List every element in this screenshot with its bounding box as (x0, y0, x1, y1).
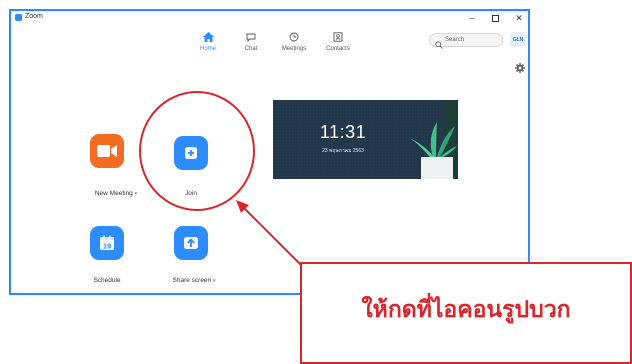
tab-meetings-label: Meetings (281, 46, 307, 52)
share-arrow-icon (184, 237, 198, 249)
search-icon (435, 36, 443, 54)
plus-icon (185, 147, 197, 159)
chat-icon (246, 31, 256, 43)
tab-home[interactable]: Home (186, 31, 230, 61)
window-title: Zoom (25, 13, 43, 20)
title-bar: Zoom – ✕ (11, 11, 528, 25)
gear-icon (515, 63, 525, 73)
zoom-window: Zoom – ✕ Home Chat Meetings Contacts Sea… (9, 9, 530, 295)
share-screen-label: Share screen ▾ (172, 277, 216, 284)
share-screen-button[interactable] (174, 226, 208, 260)
join-label: Join (185, 190, 197, 197)
tab-home-label: Home (199, 46, 216, 52)
settings-button[interactable] (515, 60, 525, 78)
maximize-icon (491, 14, 499, 22)
new-meeting-label: New Meeting ▾ (94, 190, 138, 197)
clock-date: 23 พฤษภาคม 2563 (322, 148, 364, 154)
join-button[interactable] (174, 136, 208, 170)
calendar-day: 19 (103, 241, 111, 250)
schedule-button[interactable]: 19 (90, 226, 124, 260)
home-icon (202, 31, 214, 43)
instruction-text: ให้กดที่ไอคอนรูปบวก (361, 296, 571, 322)
tab-contacts[interactable]: Contacts (316, 31, 360, 61)
avatar[interactable]: GLN (510, 32, 526, 47)
close-button[interactable]: ✕ (510, 11, 528, 25)
tab-chat-label: Chat (244, 46, 258, 52)
clock-icon (289, 31, 299, 43)
instruction-callout: ให้กดที่ไอคอนรูปบวก (300, 262, 632, 364)
chevron-down-icon[interactable]: ▾ (213, 278, 216, 284)
schedule-label: Schedule (93, 277, 121, 284)
minimize-button[interactable]: – (463, 11, 481, 25)
search-input[interactable]: Search (429, 33, 503, 49)
maximize-button[interactable] (486, 11, 504, 25)
contacts-icon (333, 31, 343, 43)
calendar-icon: 19 (100, 235, 114, 250)
video-camera-icon (97, 145, 117, 157)
tab-meetings[interactable]: Meetings (272, 31, 316, 61)
new-meeting-button[interactable] (90, 134, 124, 168)
clock-banner: 11:31 23 พฤษภาคม 2563 (273, 100, 458, 179)
tab-contacts-label: Contacts (326, 46, 350, 52)
search-placeholder: Search (445, 37, 465, 43)
clock-time: 11:31 (319, 122, 367, 142)
zoom-logo-icon (15, 14, 22, 21)
chevron-down-icon[interactable]: ▾ (135, 191, 138, 197)
tab-chat[interactable]: Chat (229, 31, 273, 61)
